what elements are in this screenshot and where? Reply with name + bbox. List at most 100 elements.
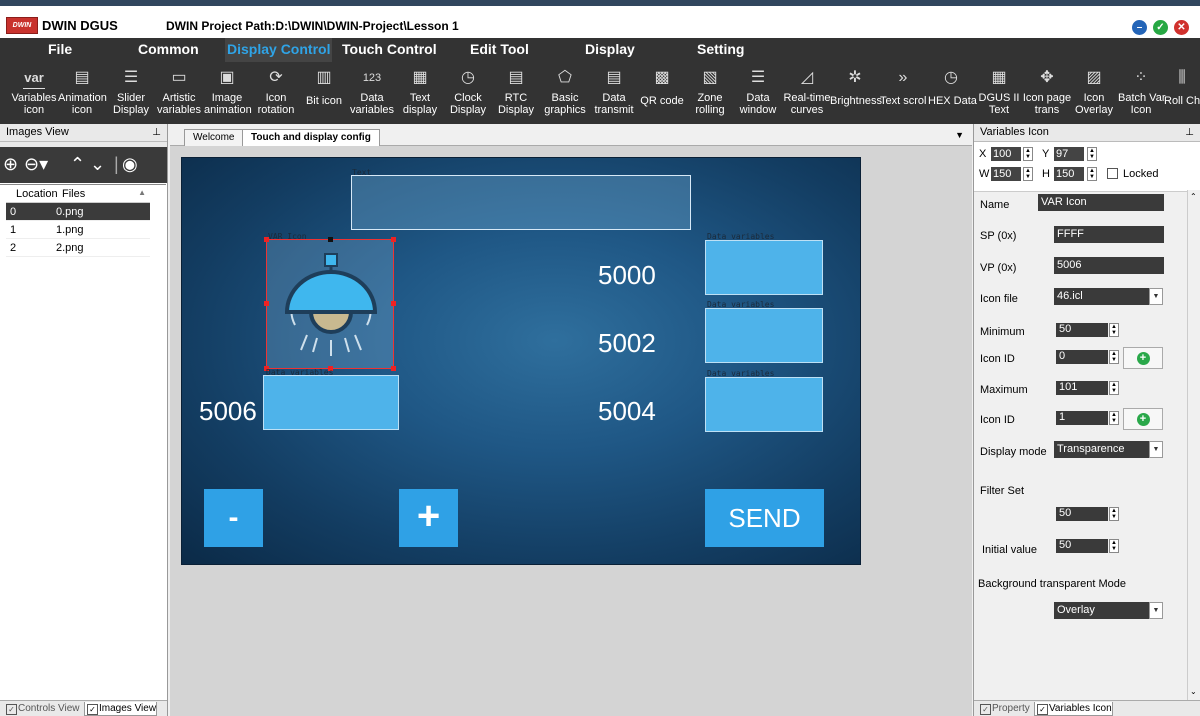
tabs-dropdown-icon[interactable]: ▼ bbox=[955, 130, 964, 140]
bg-mode-select[interactable]: Overlay bbox=[1054, 602, 1150, 619]
y-field[interactable]: 97 bbox=[1054, 147, 1084, 161]
add-icon-max-button[interactable]: + bbox=[1123, 408, 1163, 430]
menu-display[interactable]: Display bbox=[583, 38, 637, 62]
menu-display-control[interactable]: Display Control bbox=[225, 38, 333, 62]
minimize-icon[interactable]: – bbox=[1132, 20, 1147, 35]
table-row[interactable]: 0 0.png bbox=[6, 203, 150, 221]
plus-button[interactable]: + bbox=[399, 489, 458, 547]
w-spinner[interactable]: ▲ ▼ bbox=[1023, 167, 1033, 181]
data-variable-5000[interactable] bbox=[705, 240, 823, 295]
display-mode-select[interactable]: Transparence bbox=[1054, 441, 1150, 458]
tool-qr-code[interactable]: ▩ QR code bbox=[640, 62, 684, 124]
maximize-icon[interactable]: ✓ bbox=[1153, 20, 1168, 35]
move-down-icon[interactable]: ⌄ bbox=[90, 154, 105, 174]
text-control[interactable] bbox=[351, 175, 691, 230]
tool-realtime-curves[interactable]: ◿ Real-time curves bbox=[782, 62, 832, 124]
y-spinner[interactable]: ▲ ▼ bbox=[1087, 147, 1097, 161]
maximum-spinner[interactable]: ▲ ▼ bbox=[1109, 381, 1119, 395]
table-row[interactable]: 1 1.png bbox=[6, 221, 150, 239]
data-variable-5004[interactable] bbox=[705, 377, 823, 432]
menu-setting[interactable]: Setting bbox=[695, 38, 746, 62]
menu-file[interactable]: File bbox=[46, 38, 74, 62]
tool-dgus-text[interactable]: ▦ DGUS II Text bbox=[976, 62, 1022, 124]
move-up-icon[interactable]: ⌃ bbox=[70, 154, 85, 174]
tool-text-scroll[interactable]: » Text scrol bbox=[880, 62, 926, 124]
tool-batch-var-icon[interactable]: ⁘ Batch Var Icon bbox=[1118, 62, 1166, 124]
table-row[interactable]: 2 2.png bbox=[6, 239, 150, 257]
tool-data-variables[interactable]: 123 Data variables bbox=[350, 62, 394, 124]
tool-roll-ch[interactable]: ⫼ Roll Ch bbox=[1164, 62, 1200, 124]
tool-rtc-display[interactable]: ▤ RTC Display bbox=[494, 62, 538, 124]
var-icon-control[interactable] bbox=[264, 237, 396, 371]
tab-touch-display-config[interactable]: Touch and display config bbox=[242, 129, 380, 146]
right-bottom-tabs: Property Variables Icon bbox=[974, 700, 1200, 716]
tool-zone-rolling[interactable]: ▧ Zone rolling bbox=[688, 62, 732, 124]
tool-basic-graphics[interactable]: ⬠ Basic graphics bbox=[542, 62, 588, 124]
x-spinner[interactable]: ▲ ▼ bbox=[1023, 147, 1033, 161]
tool-data-window[interactable]: ☰ Data window bbox=[736, 62, 780, 124]
screen-canvas[interactable]: Text VAR Icon Data variables 5006 5000 D… bbox=[181, 157, 861, 565]
data-variable-5002[interactable] bbox=[705, 308, 823, 363]
initial-value-field[interactable]: 50 bbox=[1056, 539, 1108, 553]
chevron-down-icon[interactable]: ▼ bbox=[1149, 602, 1163, 619]
data-variable-5006[interactable] bbox=[263, 375, 399, 430]
tool-data-transmit[interactable]: ▤ Data transmit bbox=[592, 62, 636, 124]
icon-id-max-field[interactable]: 1 bbox=[1056, 411, 1108, 425]
tab-images-view[interactable]: Images View bbox=[84, 702, 158, 716]
sp-field[interactable]: FFFF bbox=[1054, 226, 1164, 243]
tool-icon-page-trans[interactable]: ✥ Icon page trans bbox=[1022, 62, 1072, 124]
properties-scrollbar[interactable]: ⌃ ⌄ bbox=[1187, 190, 1200, 700]
remove-image-icon[interactable]: ⊖▾ bbox=[24, 154, 48, 174]
icon-file-select[interactable]: 46.icl bbox=[1054, 288, 1150, 305]
sort-icon[interactable]: ▲ bbox=[138, 188, 146, 197]
menu-common[interactable]: Common bbox=[136, 38, 201, 62]
maximum-field[interactable]: 101 bbox=[1056, 381, 1108, 395]
tab-controls-view[interactable]: Controls View bbox=[4, 702, 80, 716]
add-image-icon[interactable]: ⊕ bbox=[3, 154, 18, 174]
initial-spinner[interactable]: ▲ ▼ bbox=[1109, 539, 1119, 553]
tool-animation-icon[interactable]: ▤ Animation icon bbox=[58, 62, 107, 124]
filter-spinner[interactable]: ▲ ▼ bbox=[1109, 507, 1119, 521]
minimum-spinner[interactable]: ▲ ▼ bbox=[1109, 323, 1119, 337]
tool-slider[interactable]: ☰ Slider Display bbox=[110, 62, 152, 124]
tool-clock-display[interactable]: ◷ Clock Display bbox=[446, 62, 490, 124]
minus-button[interactable]: - bbox=[204, 489, 263, 547]
h-field[interactable]: 150 bbox=[1054, 167, 1084, 181]
icon-id-min-spinner[interactable]: ▲ ▼ bbox=[1109, 350, 1119, 364]
pin-icon[interactable]: ⊥ bbox=[152, 124, 161, 141]
h-spinner[interactable]: ▲ ▼ bbox=[1087, 167, 1097, 181]
menu-touch-control[interactable]: Touch Control bbox=[340, 38, 439, 62]
chevron-down-icon[interactable]: ▼ bbox=[1149, 441, 1163, 458]
tool-icon-rotation[interactable]: ⟳ Icon rotation bbox=[254, 62, 298, 124]
name-field[interactable]: VAR Icon bbox=[1038, 194, 1164, 211]
tab-welcome[interactable]: Welcome bbox=[184, 129, 244, 146]
minimum-field[interactable]: 50 bbox=[1056, 323, 1108, 337]
tool-text-display[interactable]: ▦ Text display bbox=[398, 62, 442, 124]
w-field[interactable]: 150 bbox=[991, 167, 1021, 181]
tool-bit-icon[interactable]: ▥ Bit icon bbox=[302, 62, 346, 124]
tool-icon-overlay[interactable]: ▨ Icon Overlay bbox=[1072, 62, 1116, 124]
locked-checkbox[interactable] bbox=[1107, 168, 1118, 179]
tab-property[interactable]: Property bbox=[978, 702, 1030, 716]
move-icon: ✥ bbox=[1040, 69, 1054, 86]
pin-icon[interactable]: ⊥ bbox=[1185, 124, 1194, 141]
tool-brightness[interactable]: ✲ Brightness bbox=[830, 62, 882, 124]
filter-set-field[interactable]: 50 bbox=[1056, 507, 1108, 521]
scroll-down-icon[interactable]: ⌄ bbox=[1190, 687, 1197, 696]
x-field[interactable]: 100 bbox=[991, 147, 1021, 161]
add-icon-min-button[interactable]: + bbox=[1123, 347, 1163, 369]
tool-image-animation[interactable]: ▣ Image animation bbox=[204, 62, 252, 124]
menu-edit-tool[interactable]: Edit Tool bbox=[468, 38, 531, 62]
send-button[interactable]: SEND bbox=[705, 489, 824, 547]
vp-field[interactable]: 5006 bbox=[1054, 257, 1164, 274]
tool-hex-data[interactable]: ◷ HEX Data bbox=[928, 62, 977, 124]
close-icon[interactable]: ✕ bbox=[1174, 20, 1189, 35]
chevron-down-icon[interactable]: ▼ bbox=[1149, 288, 1163, 305]
tab-variables-icon[interactable]: Variables Icon bbox=[1034, 702, 1113, 716]
scroll-up-icon[interactable]: ⌃ bbox=[1190, 192, 1197, 201]
icon-id-max-spinner[interactable]: ▲ ▼ bbox=[1109, 411, 1119, 425]
tool-variables-icon[interactable]: var Variables icon bbox=[10, 62, 58, 124]
icon-id-min-field[interactable]: 0 bbox=[1056, 350, 1108, 364]
preview-eye-icon[interactable]: ◉ bbox=[122, 154, 138, 174]
tool-artistic[interactable]: ▭ Artistic variables bbox=[156, 62, 202, 124]
